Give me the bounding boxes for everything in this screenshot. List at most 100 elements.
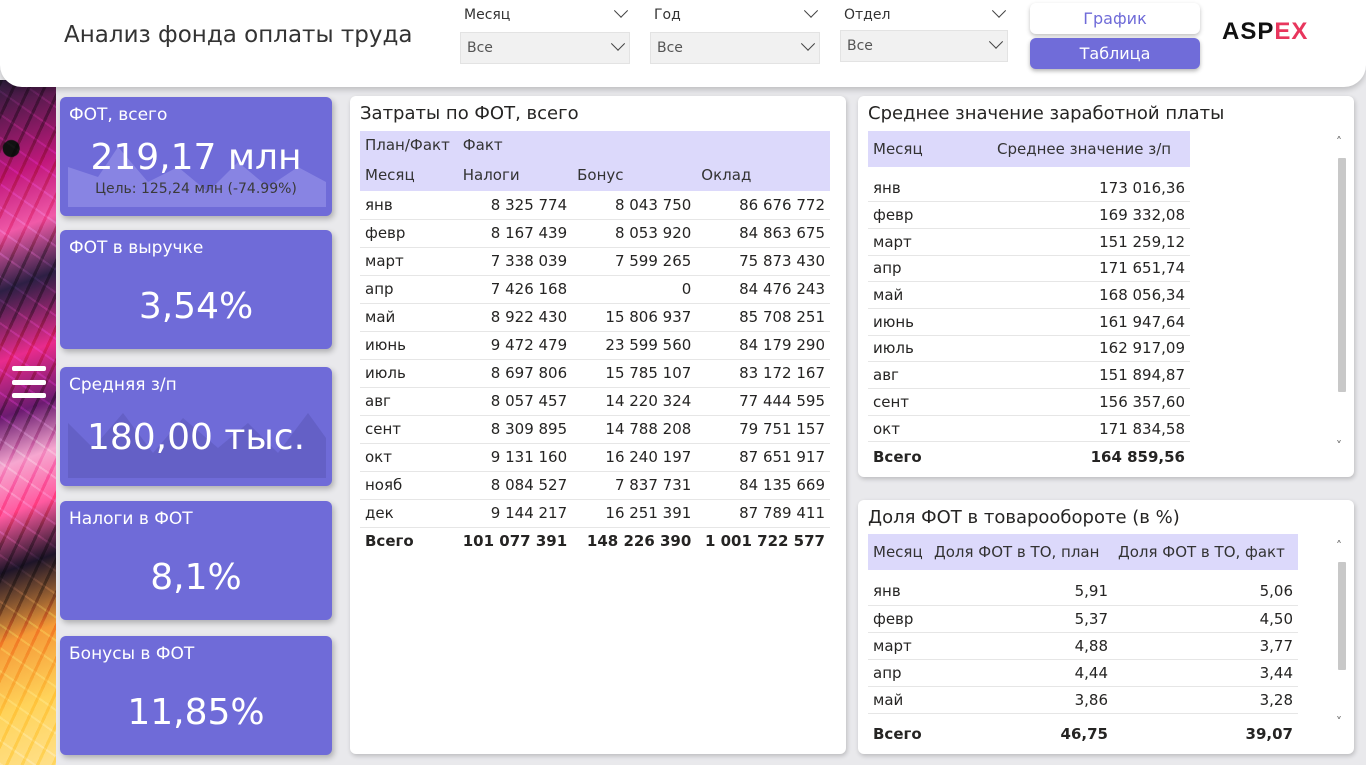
- scroll-up-icon[interactable]: ˄: [1336, 136, 1342, 148]
- table-row: июнь3,362,99: [868, 713, 1298, 720]
- table-row: дек 9 144 217 16 251 391 87 789 411: [360, 499, 830, 528]
- filter-department-value: Все: [847, 38, 873, 54]
- month-cell: дек: [360, 499, 458, 528]
- value-cell: 4,50: [1113, 605, 1298, 633]
- table-row: февр 169 332,08: [868, 201, 1190, 229]
- kpi-value: 3,54%: [138, 286, 254, 327]
- share-table-viewport[interactable]: Месяц Доля ФОТ в ТО, план Доля ФОТ в ТО,…: [868, 534, 1298, 720]
- table-row: сент 8 309 895 14 788 208 79 751 157: [360, 415, 830, 444]
- share-table: Месяц Доля ФОТ в ТО, план Доля ФОТ в ТО,…: [868, 534, 1298, 720]
- filter-department-label: Отдел: [844, 7, 891, 23]
- kpi-title: Бонусы в ФОТ: [69, 644, 195, 664]
- avg-total: Всего 164 859,56: [868, 443, 1190, 471]
- chevron-down-icon: [610, 36, 626, 51]
- value-cell: 5,06: [1113, 578, 1298, 606]
- value-cell: 15 806 937: [572, 303, 697, 332]
- value-cell: 3,77: [1113, 632, 1298, 660]
- table-row: апр 4,44 3,44: [868, 659, 1298, 687]
- value-cell: 85 708 251: [696, 303, 830, 332]
- value-cell: 151 894,87: [992, 361, 1190, 389]
- value-cell: 4,88: [929, 632, 1113, 660]
- month-cell: июнь: [868, 308, 992, 336]
- avg-salary-panel: Среднее значение заработной платы Месяц …: [858, 96, 1354, 477]
- chevron-down-icon[interactable]: [991, 3, 1007, 18]
- scrollbar[interactable]: ˄ ˅: [1336, 136, 1346, 454]
- value-cell: 7 599 265: [572, 247, 697, 276]
- column-header: Месяц: [868, 534, 929, 570]
- total-label: Всего: [365, 532, 414, 551]
- scroll-down-icon[interactable]: ˅: [1336, 716, 1342, 728]
- table-row: февр 8 167 439 8 053 920 84 863 675: [360, 219, 830, 248]
- value-cell: 77 444 595: [696, 387, 830, 416]
- scroll-down-icon[interactable]: ˅: [1336, 440, 1342, 452]
- decorative-art-strip: [0, 80, 56, 765]
- total-cell: 164 859,56: [1090, 448, 1185, 466]
- month-cell: июль: [360, 359, 458, 388]
- filter-year-value: Все: [657, 40, 683, 56]
- table-row: май 8 922 430 15 806 937 85 708 251: [360, 303, 830, 332]
- kpi-value: 8,1%: [150, 557, 242, 598]
- value-cell: 171 834,58: [992, 415, 1190, 443]
- month-cell: авг: [360, 387, 458, 416]
- table-row: окт 9 131 160 16 240 197 87 651 917: [360, 443, 830, 472]
- panel-title: Доля ФОТ в товарообороте (в %): [868, 507, 1180, 528]
- avg-table-viewport[interactable]: Месяц Среднее значение з/п янв 173 016,36…: [868, 131, 1190, 443]
- month-cell: окт: [360, 443, 458, 472]
- month-cell: нояб: [360, 471, 458, 500]
- month-cell: окт: [868, 415, 992, 443]
- kpi-card-bonuses: Бонусы в ФОТ 11,85%: [60, 636, 332, 755]
- value-cell: 168 056,34: [992, 281, 1190, 309]
- filter-month-select[interactable]: Все: [460, 32, 630, 64]
- scroll-thumb[interactable]: [1338, 562, 1346, 670]
- table-row: апр 171 651,74: [868, 255, 1190, 283]
- graph-button[interactable]: График: [1030, 3, 1200, 34]
- filter-year[interactable]: Год Все: [650, 3, 820, 64]
- value-cell: 23 599 560: [572, 331, 697, 360]
- filter-year-select[interactable]: Все: [650, 32, 820, 64]
- kpi-card-taxes: Налоги в ФОТ 8,1%: [60, 501, 332, 620]
- filter-department-select[interactable]: Все: [840, 30, 1008, 62]
- table-row: май 168 056,34: [868, 281, 1190, 309]
- panel-title: Затраты по ФОТ, всего: [360, 103, 579, 124]
- table-row: авг 151 894,87: [868, 361, 1190, 389]
- value-cell: 14 788 208: [572, 415, 697, 444]
- panel-title: Среднее значение заработной платы: [868, 103, 1225, 124]
- menu-icon[interactable]: [12, 366, 46, 398]
- month-cell: апр: [868, 659, 929, 687]
- header-bar: Анализ фонда оплаты труда Месяц Все Год …: [0, 0, 1366, 87]
- month-cell: янв: [868, 175, 992, 203]
- chevron-down-icon: [800, 36, 816, 51]
- kpi-card-fot-revenue: ФОТ в выручке 3,54%: [60, 230, 332, 349]
- chevron-down-icon: [988, 34, 1004, 49]
- avg-table: Месяц Среднее значение з/п янв 173 016,36…: [868, 131, 1190, 443]
- value-cell: 162 917,09: [992, 335, 1190, 363]
- month-cell: апр: [868, 255, 992, 283]
- month-cell: февр: [868, 605, 929, 633]
- chevron-down-icon[interactable]: [613, 3, 629, 18]
- value-cell: 3,44: [1113, 659, 1298, 687]
- month-cell: апр: [360, 275, 458, 304]
- table-row: окт 171 834,58: [868, 415, 1190, 443]
- table-button[interactable]: Таблица: [1030, 38, 1200, 69]
- month-cell: янв: [868, 578, 929, 606]
- value-cell: 5,91: [929, 578, 1113, 606]
- value-cell: 84 135 669: [696, 471, 830, 500]
- month-cell: май: [868, 281, 992, 309]
- table-row: янв 5,91 5,06: [868, 578, 1298, 606]
- scroll-up-icon[interactable]: ˄: [1336, 540, 1342, 552]
- value-cell: 3,36: [929, 713, 1113, 720]
- cost-table-panel: Затраты по ФОТ, всего План/Факт Факт Мес…: [350, 96, 846, 754]
- value-cell: 8 697 806: [457, 359, 573, 388]
- value-cell: 161 947,64: [992, 308, 1190, 336]
- filter-month[interactable]: Месяц Все: [460, 3, 630, 64]
- filter-month-value: Все: [467, 40, 493, 56]
- month-cell: сент: [868, 388, 992, 416]
- filter-month-label: Месяц: [464, 7, 511, 23]
- scroll-thumb[interactable]: [1338, 158, 1346, 392]
- filter-department[interactable]: Отдел Все: [840, 3, 1008, 62]
- cost-table: План/Факт Факт Месяц Налоги Бонус Оклад …: [360, 131, 830, 555]
- table-row: июль 162 917,09: [868, 335, 1190, 363]
- scrollbar[interactable]: ˄ ˅: [1336, 540, 1346, 730]
- chevron-down-icon[interactable]: [803, 3, 819, 18]
- column-header: Доля ФОТ в ТО, факт: [1113, 534, 1298, 570]
